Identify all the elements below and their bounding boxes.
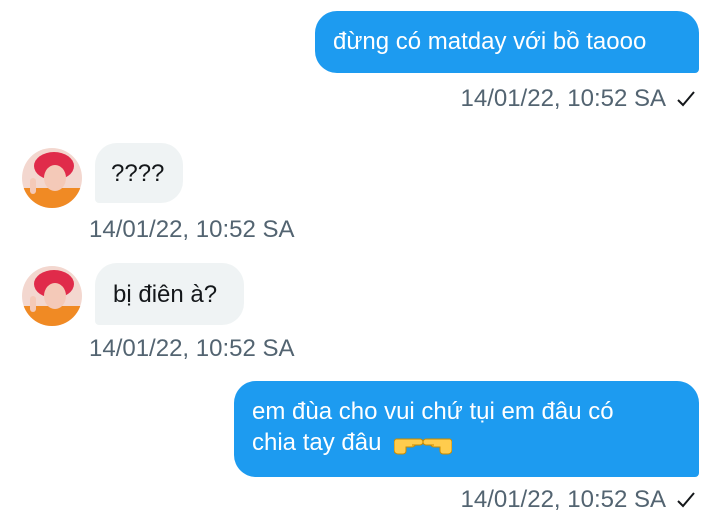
message-text-line-2: chia tay đâu (252, 427, 681, 458)
message-meta: 14/01/22, 10:52 SA (461, 85, 697, 113)
message-timestamp: 14/01/22, 10:52 SA (89, 216, 295, 243)
check-icon (677, 492, 695, 508)
message-bubble-incoming[interactable]: ???? (95, 143, 183, 203)
avatar[interactable] (22, 148, 82, 208)
point-right-point-left-emoji-icon (394, 438, 453, 455)
message-bubble-incoming[interactable]: bị điên à? (95, 263, 244, 325)
message-meta: 14/01/22, 10:52 SA (461, 486, 697, 514)
avatar[interactable] (22, 266, 82, 326)
message-text: đừng có matday với bồ taooo (333, 28, 647, 55)
message-timestamp: 14/01/22, 10:52 SA (460, 486, 667, 513)
message-timestamp: 14/01/22, 10:52 SA (89, 335, 295, 362)
message-timestamp: 14/01/22, 10:52 SA (460, 85, 667, 112)
message-bubble-outgoing[interactable]: em đùa cho vui chứ tụi em đâu có chia ta… (234, 381, 699, 477)
avatar-red-hair-icon (22, 266, 82, 326)
check-icon (677, 91, 695, 107)
avatar-red-hair-icon (22, 148, 82, 208)
message-text: chia tay đâu (252, 429, 382, 456)
message-text: ???? (111, 160, 165, 187)
message-text-line: em đùa cho vui chứ tụi em đâu có (252, 398, 614, 425)
message-bubble-outgoing[interactable]: đừng có matday với bồ taooo (315, 11, 699, 73)
message-text: bị điên à? (113, 281, 218, 308)
